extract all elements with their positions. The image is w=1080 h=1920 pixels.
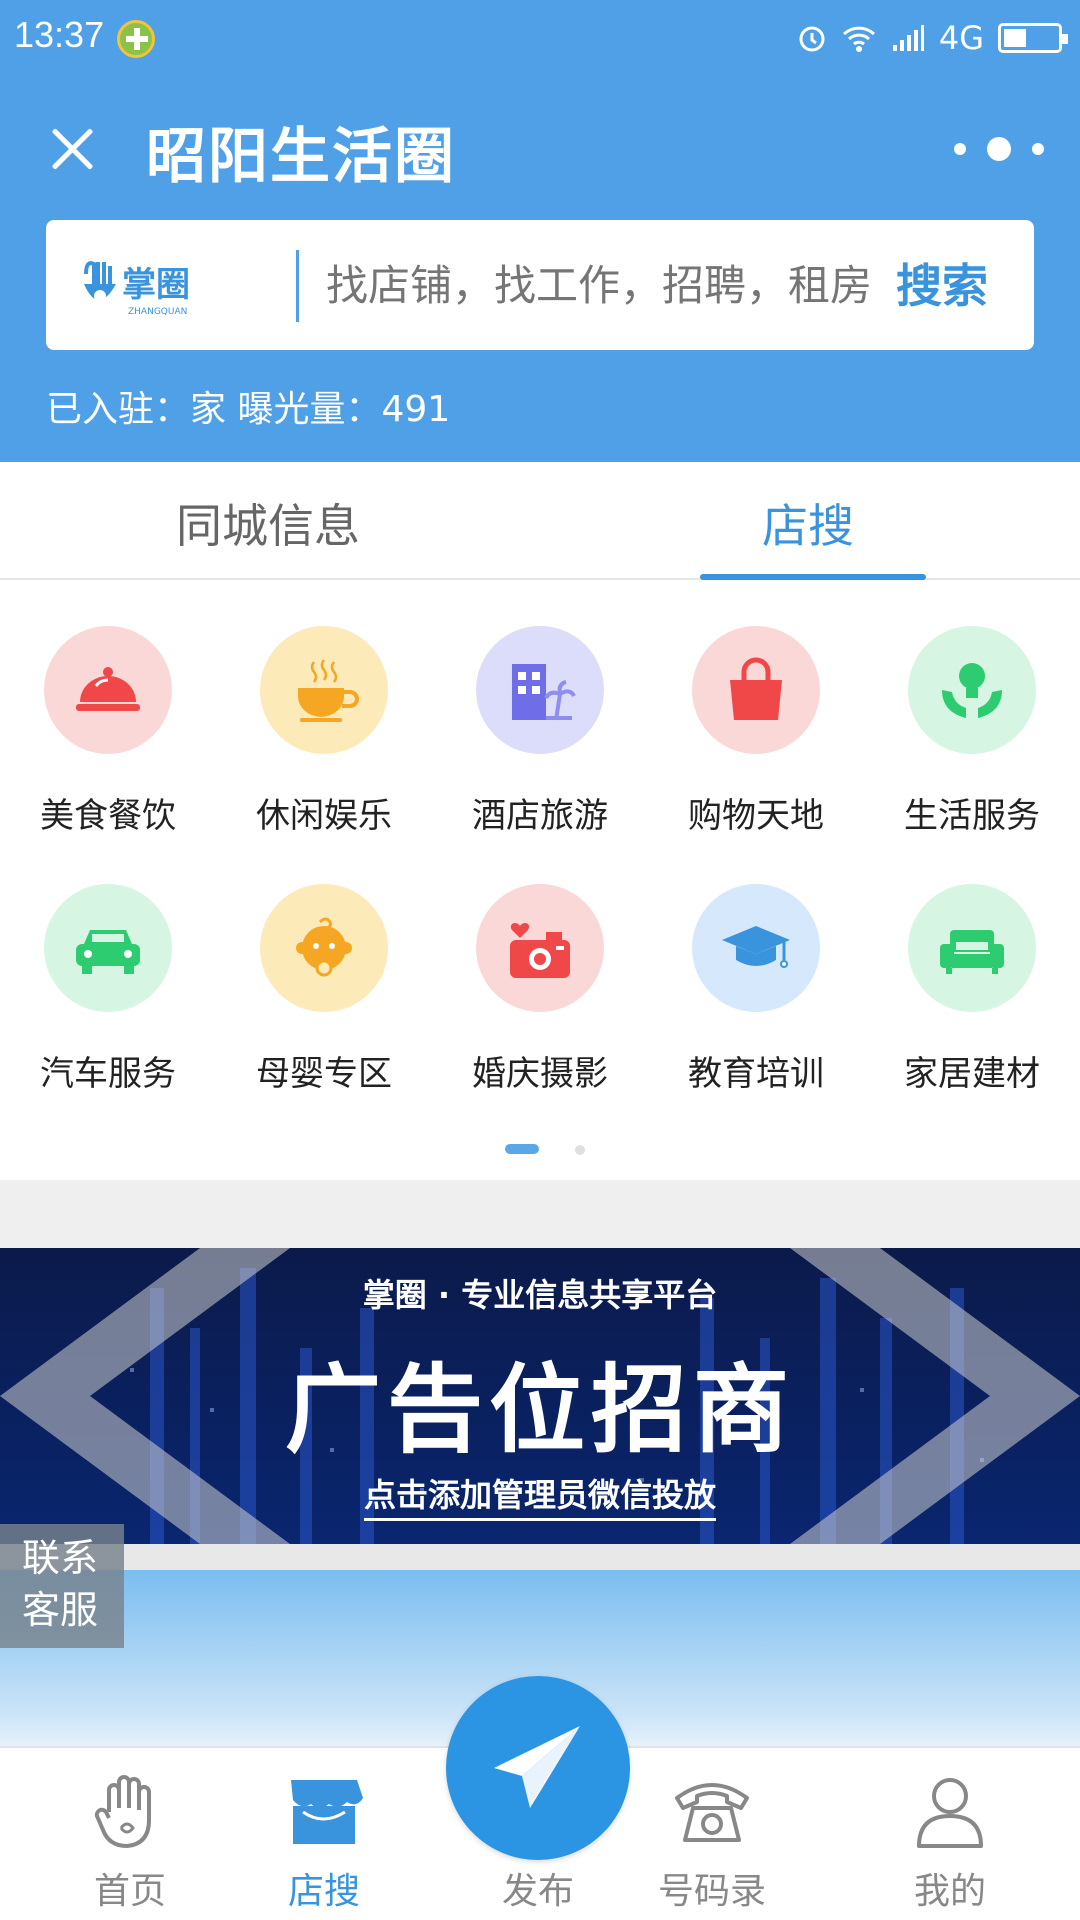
status-time: 13:37 — [14, 14, 105, 55]
tab-bar: 同城信息 店搜 — [0, 462, 1080, 580]
category-label: 教育培训 — [688, 1054, 824, 1094]
contact-line-1: 联系 — [22, 1536, 99, 1580]
category-label: 婚庆摄影 — [472, 1054, 608, 1094]
nav-label: 我的 — [913, 1871, 986, 1912]
wifi-icon — [842, 26, 875, 52]
nav-label: 首页 — [93, 1871, 166, 1912]
graduation-cap-icon — [692, 884, 820, 1012]
brand-logo: 掌圈 ZHANGQUAN — [80, 254, 260, 318]
nav-label-publish: 发布 — [501, 1871, 574, 1912]
nav-phonebook[interactable]: 号码录 — [632, 1768, 792, 1918]
page-dot-active[interactable] — [505, 1144, 539, 1154]
search-button[interactable]: 搜索 — [896, 250, 988, 316]
hand-home-icon — [94, 1775, 151, 1848]
network-type: 4G — [938, 19, 984, 57]
category-mother-baby[interactable]: 母婴专区 — [234, 838, 414, 1094]
category-label: 母婴专区 — [256, 1054, 392, 1094]
nav-label: 号码录 — [657, 1871, 766, 1912]
section-divider — [0, 1544, 1080, 1570]
telephone-icon — [675, 1783, 749, 1842]
category-car[interactable]: 汽车服务 — [18, 838, 198, 1094]
page-indicator — [0, 1144, 1080, 1164]
food-cloche-icon — [44, 626, 172, 754]
app-notification-icon — [117, 20, 155, 58]
category-education[interactable]: 教育培训 — [666, 838, 846, 1094]
car-icon — [44, 884, 172, 1012]
banner-cta-text: 点击添加管理员微信投放 — [363, 1476, 716, 1521]
nav-home[interactable]: 首页 — [50, 1768, 210, 1918]
paper-plane-icon — [494, 1726, 580, 1808]
category-label: 购物天地 — [688, 796, 824, 836]
category-shopping[interactable]: 购物天地 — [666, 580, 846, 836]
category-label: 美食餐饮 — [40, 796, 176, 836]
category-hotel[interactable]: 酒店旅游 — [450, 580, 630, 836]
section-divider — [0, 1180, 1080, 1248]
title-bar: 昭阳生活圈 — [0, 88, 1080, 208]
search-divider — [296, 250, 299, 322]
header-area: 13:37 4G 昭阳生活圈 掌圈 ZHANGQUAN 搜索 — [0, 0, 1080, 462]
sofa-icon — [908, 884, 1036, 1012]
category-grid: 美食餐饮 休闲娱乐 酒店旅游 购物天地 生活服务 汽车服务 母婴专区 婚庆摄影 … — [0, 580, 1080, 1180]
hotel-building-icon — [476, 626, 604, 754]
banner-subtitle: 掌圈 · 专业信息共享平台 — [362, 1276, 718, 1314]
signal-icon — [892, 25, 924, 51]
page-dot[interactable] — [575, 1145, 585, 1155]
shopping-bag-icon — [692, 626, 820, 754]
nav-mine[interactable]: 我的 — [870, 1768, 1030, 1918]
search-input[interactable] — [326, 254, 896, 316]
store-icon — [291, 1780, 363, 1844]
settled-stats: 已入驻：家 曝光量：491 — [46, 389, 451, 430]
publish-button[interactable] — [446, 1676, 630, 1860]
ad-banner[interactable]: 掌圈 · 专业信息共享平台 广告位招商 点击添加管理员微信投放 — [0, 1248, 1080, 1544]
coffee-cup-icon — [260, 626, 388, 754]
brand-subname: ZHANGQUAN — [128, 307, 187, 317]
category-wedding-photo[interactable]: 婚庆摄影 — [450, 838, 630, 1094]
lightbulb-hands-icon — [908, 626, 1036, 754]
category-life-service[interactable]: 生活服务 — [882, 580, 1062, 836]
alarm-icon — [799, 26, 825, 52]
category-home-furnishing[interactable]: 家居建材 — [882, 838, 1062, 1094]
camera-heart-icon — [476, 884, 604, 1012]
banner-cta[interactable]: 点击添加管理员微信投放 — [0, 1470, 1080, 1521]
banner-title: 广告位招商 — [285, 1354, 795, 1466]
category-label: 酒店旅游 — [472, 796, 608, 836]
nav-shop-search[interactable]: 店搜 — [244, 1768, 404, 1918]
status-bar: 13:37 4G — [0, 0, 1080, 78]
category-leisure[interactable]: 休闲娱乐 — [234, 580, 414, 836]
battery-icon — [998, 23, 1068, 53]
page-title: 昭阳生活圈 — [146, 122, 456, 192]
category-label: 家居建材 — [904, 1054, 1040, 1094]
status-icons: 4G — [797, 16, 1068, 60]
category-food[interactable]: 美食餐饮 — [18, 580, 198, 836]
search-bar: 掌圈 ZHANGQUAN 搜索 — [46, 220, 1034, 350]
tab-city-info[interactable]: 同城信息 — [176, 490, 360, 556]
category-label: 汽车服务 — [40, 1054, 176, 1094]
close-icon[interactable] — [40, 116, 104, 180]
contact-service-button[interactable]: 联系 客服 — [0, 1524, 124, 1648]
nav-label: 店搜 — [287, 1871, 360, 1912]
category-label: 生活服务 — [904, 796, 1040, 836]
baby-icon — [260, 884, 388, 1012]
category-label: 休闲娱乐 — [256, 796, 392, 836]
contact-line-2: 客服 — [22, 1588, 99, 1632]
more-options-icon[interactable] — [954, 134, 1044, 164]
tab-shop-search[interactable]: 店搜 — [762, 490, 854, 556]
user-icon — [917, 1778, 983, 1848]
brand-name: 掌圈 — [122, 265, 190, 305]
